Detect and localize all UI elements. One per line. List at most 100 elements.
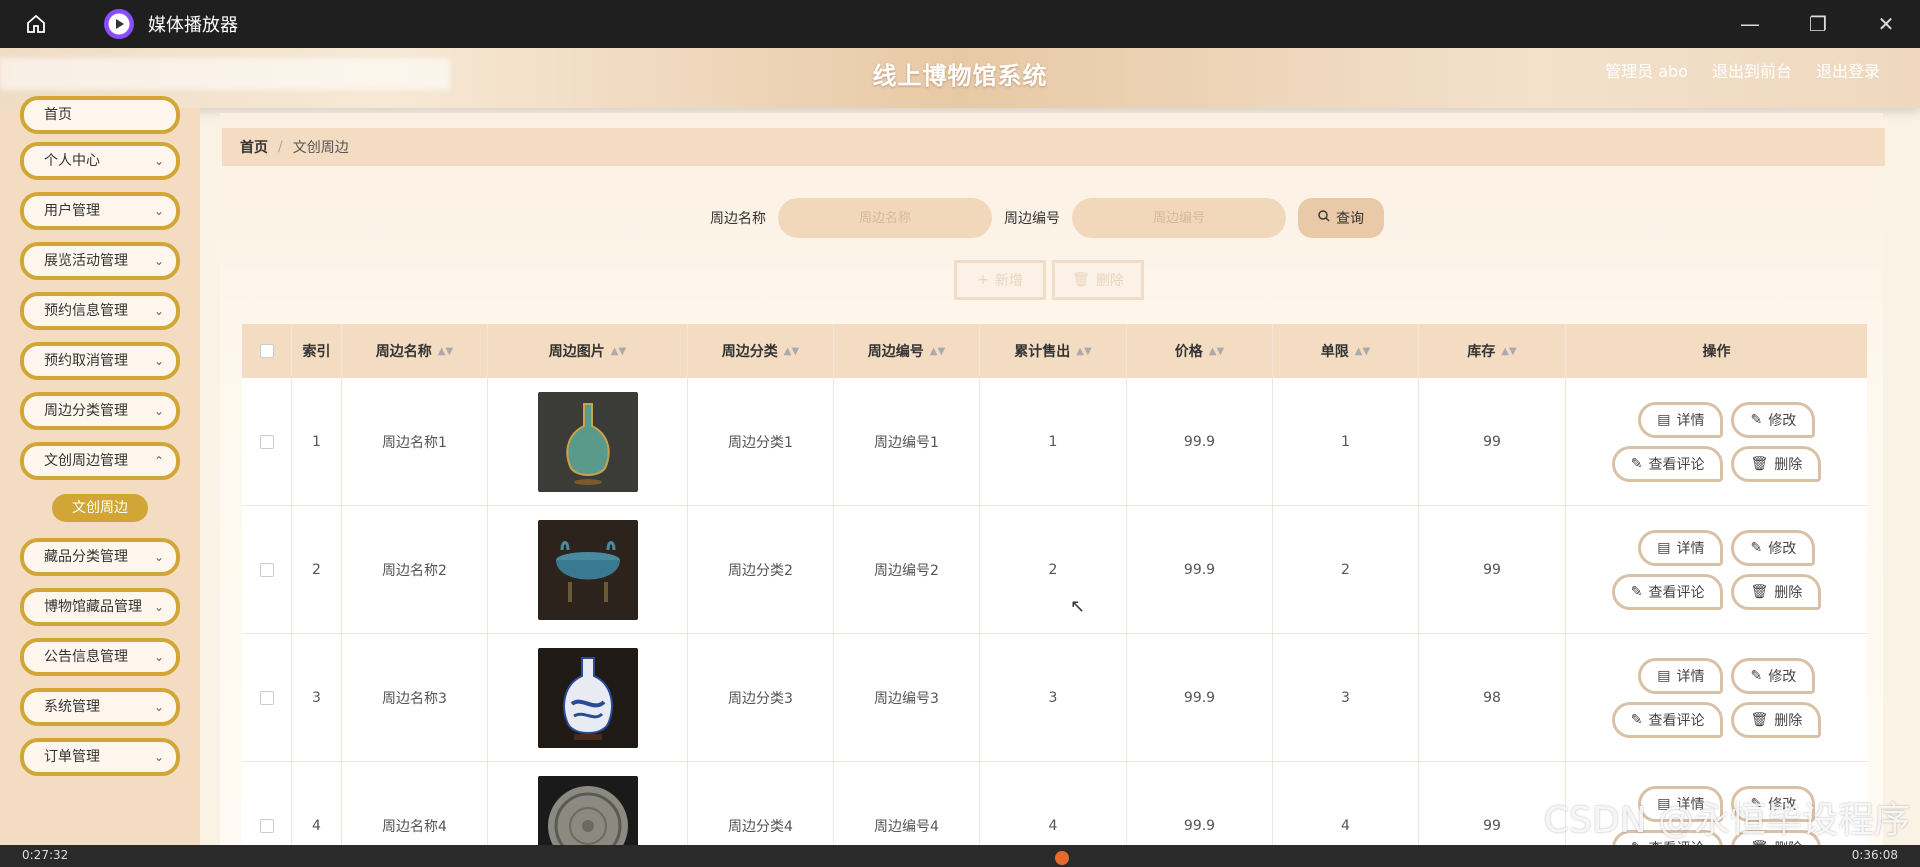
sidebar-item-merch[interactable]: 文创周边管理 ⌃ <box>20 442 180 480</box>
ops-cell: ▤ 详情 ✎ 修改 ✎ 查看评论 🗑 删除 <box>1566 634 1867 761</box>
progress-knob[interactable] <box>1055 851 1069 865</box>
vase-teal-image[interactable] <box>537 391 638 492</box>
sidebar-item-system[interactable]: 系统管理 ⌄ <box>20 688 180 726</box>
table-row: 3 周边名称3 周边分类3 周边编号3 3 99.9 3 98 ▤ 详情 ✎ 修改 … <box>242 634 1867 762</box>
admin-user-label: 管理员 abo <box>1605 62 1688 81</box>
detail-button[interactable]: ▤ 详情 <box>1638 657 1724 694</box>
header-label: 操作 <box>1702 344 1731 360</box>
code-search-input[interactable] <box>1072 198 1286 238</box>
header-code[interactable]: 周边编号 ▲▼ <box>834 324 980 378</box>
header-stock[interactable]: 库存 ▲▼ <box>1419 324 1566 378</box>
sold-cell: 4 <box>980 762 1127 845</box>
sort-icon[interactable]: ▲▼ <box>438 346 453 357</box>
sidebar-item-cancellations[interactable]: 预约取消管理 ⌄ <box>20 342 180 380</box>
sidebar-item-orders[interactable]: 订单管理 ⌄ <box>20 738 180 776</box>
edit-label: 修改 <box>1768 668 1797 685</box>
censer-blue-image[interactable] <box>537 519 638 620</box>
view-comments-button[interactable]: ✎ 查看评论 <box>1611 701 1724 738</box>
sidebar-subitem-merch[interactable]: 文创周边 <box>52 494 148 522</box>
view-comments-button[interactable]: ✎ 查看评论 <box>1611 573 1724 610</box>
row-delete-button[interactable]: 🗑 删除 <box>1731 445 1822 482</box>
header-label: 索引 <box>302 344 331 360</box>
edit-button[interactable]: ✎ 修改 <box>1731 657 1816 694</box>
view-comments-button[interactable]: ✎ 查看评论 <box>1611 445 1724 482</box>
stock-cell: 98 <box>1419 634 1566 761</box>
edit-button[interactable]: ✎ 修改 <box>1731 401 1816 438</box>
sidebar-item-reservations[interactable]: 预约信息管理 ⌄ <box>20 292 180 330</box>
edit-button[interactable]: ✎ 修改 <box>1731 529 1816 566</box>
select-all-checkbox[interactable] <box>259 344 274 358</box>
sort-icon[interactable]: ▲▼ <box>611 346 626 357</box>
row-delete-button[interactable]: 🗑 删除 <box>1731 701 1822 738</box>
row-checkbox[interactable] <box>259 818 274 833</box>
bronze-mirror-image[interactable] <box>537 775 638 846</box>
sidebar-item-users[interactable]: 用户管理 ⌄ <box>20 192 180 230</box>
exit-to-front-link[interactable]: 退出到前台 <box>1712 58 1792 82</box>
header-sold[interactable]: 累计售出 ▲▼ <box>980 324 1127 378</box>
sidebar-item-label: 个人中心 <box>44 153 100 169</box>
logout-link[interactable]: 退出登录 <box>1816 58 1880 82</box>
sidebar-item-label: 展览活动管理 <box>44 253 128 269</box>
add-label: 新增 <box>994 273 1023 289</box>
row-checkbox[interactable] <box>259 434 274 449</box>
home-icon[interactable] <box>18 6 54 42</box>
limit-cell: 2 <box>1273 506 1419 633</box>
header-limit[interactable]: 单限 ▲▼ <box>1273 324 1419 378</box>
document-icon: ▤ <box>1657 411 1671 428</box>
sidebar-item-home[interactable]: 首页 <box>20 96 180 134</box>
header-label: 周边图片 <box>548 344 605 360</box>
restore-icon[interactable]: ❐ <box>1784 0 1852 48</box>
sort-icon[interactable]: ▲▼ <box>1209 346 1224 357</box>
vase-blue-white-image[interactable] <box>537 647 638 748</box>
query-button[interactable]: 查询 <box>1298 198 1384 238</box>
add-button[interactable]: + 新增 <box>954 260 1046 300</box>
pencil-icon: ✎ <box>1630 583 1643 600</box>
media-player-progress-bar[interactable]: 0:27:32 0:36:08 <box>0 845 1920 867</box>
row-delete-button[interactable]: 🗑 删除 <box>1731 573 1822 610</box>
breadcrumb-separator: / <box>278 139 283 155</box>
sidebar-item-merch-categories[interactable]: 周边分类管理 ⌄ <box>20 392 180 430</box>
index-cell: 4 <box>292 762 342 845</box>
sort-icon[interactable]: ▲▼ <box>1355 346 1370 357</box>
minimize-icon[interactable]: — <box>1716 0 1784 48</box>
name-search-input[interactable] <box>778 198 992 238</box>
category-cell: 周边分类1 <box>688 378 834 505</box>
sidebar-item-profile[interactable]: 个人中心 ⌄ <box>20 142 180 180</box>
view-comments-label: 查看评论 <box>1648 712 1705 729</box>
header-label: 累计售出 <box>1014 344 1071 360</box>
chevron-up-icon: ⌃ <box>153 454 164 468</box>
delete-button[interactable]: 🗑 删除 <box>1052 260 1144 300</box>
sidebar-item-collections[interactable]: 博物馆藏品管理 ⌄ <box>20 588 180 626</box>
sidebar-item-announcements[interactable]: 公告信息管理 ⌄ <box>20 638 180 676</box>
sort-icon[interactable]: ▲▼ <box>1076 346 1091 357</box>
header-image[interactable]: 周边图片 ▲▼ <box>488 324 688 378</box>
sort-icon[interactable]: ▲▼ <box>930 346 945 357</box>
sort-icon[interactable]: ▲▼ <box>784 346 799 357</box>
search-bar: 周边名称 周边编号 查询 <box>710 198 1384 238</box>
trash-icon: 🗑 <box>1750 583 1769 600</box>
image-cell <box>488 762 688 845</box>
sidebar: 首页 个人中心 ⌄ 用户管理 ⌄ 展览活动管理 ⌄ 预约信息管理 ⌄ 预约取消管理 ⌄ 周… <box>0 96 200 845</box>
document-icon: ▤ <box>1657 539 1671 556</box>
sidebar-item-collection-categories[interactable]: 藏品分类管理 ⌄ <box>20 538 180 576</box>
chevron-down-icon: ⌄ <box>153 750 164 764</box>
breadcrumb-home[interactable]: 首页 <box>240 137 268 157</box>
header-category[interactable]: 周边分类 ▲▼ <box>688 324 834 378</box>
header-name[interactable]: 周边名称 ▲▼ <box>342 324 488 378</box>
sort-icon[interactable]: ▲▼ <box>1501 346 1516 357</box>
bulk-actions: + 新增 🗑 删除 <box>954 260 1144 300</box>
row-checkbox[interactable] <box>259 690 274 705</box>
chevron-down-icon: ⌄ <box>153 600 164 614</box>
index-cell: 1 <box>292 378 342 505</box>
header-label: 价格 <box>1174 344 1203 360</box>
row-delete-label: 删除 <box>1774 712 1803 729</box>
row-checkbox[interactable] <box>259 562 274 577</box>
chevron-down-icon: ⌄ <box>153 700 164 714</box>
header-price[interactable]: 价格 ▲▼ <box>1127 324 1273 378</box>
mouse-cursor-icon: ↖ <box>1070 596 1086 617</box>
category-cell: 周边分类2 <box>688 506 834 633</box>
sidebar-item-exhibitions[interactable]: 展览活动管理 ⌄ <box>20 242 180 280</box>
detail-button[interactable]: ▤ 详情 <box>1638 401 1724 438</box>
close-icon[interactable]: ✕ <box>1852 0 1920 48</box>
detail-button[interactable]: ▤ 详情 <box>1638 529 1724 566</box>
